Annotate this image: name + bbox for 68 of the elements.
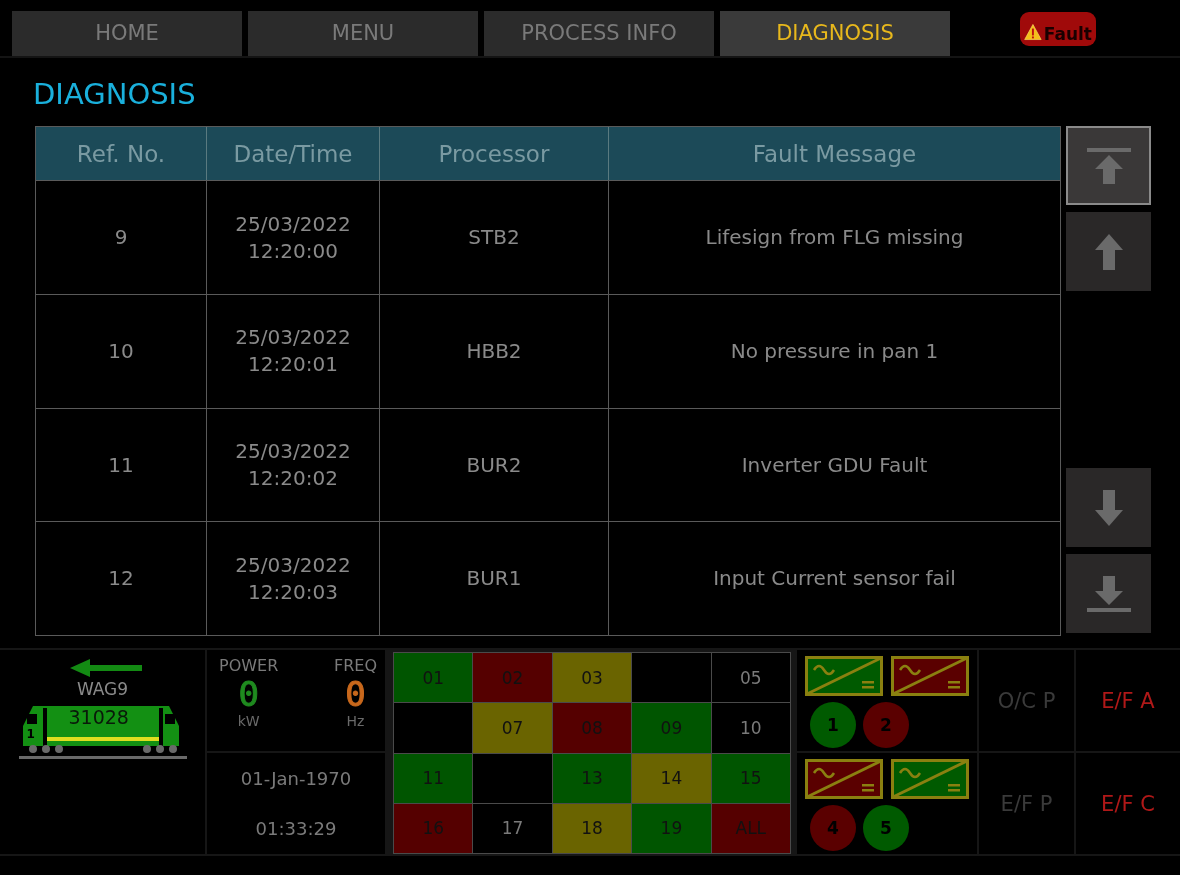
date-label: 01-Jan-1970: [240, 767, 352, 789]
status-cell[interactable]: 15: [711, 753, 790, 803]
scroll-bottom-icon: [1084, 573, 1133, 614]
status-cell[interactable]: 01: [394, 653, 473, 703]
fault-badge[interactable]: Fault: [1020, 12, 1096, 46]
table-cell: 25/03/2022 12:20:01: [207, 295, 380, 408]
digit-display: 0: [238, 676, 259, 712]
status-cell[interactable]: 09: [632, 703, 711, 753]
status-cell[interactable]: 13: [552, 753, 632, 803]
arrow-down-button[interactable]: [1066, 468, 1151, 547]
loco-name: WAG9: [76, 678, 129, 700]
nav-tab[interactable]: DIAGNOSIS: [720, 10, 950, 56]
nav-tab[interactable]: PROCESS INFO: [484, 10, 714, 56]
status-cell[interactable]: 11: [394, 753, 473, 803]
status-cell[interactable]: 05: [711, 653, 790, 703]
status-cell[interactable]: [394, 703, 473, 753]
scroll-top-button[interactable]: [1066, 126, 1151, 205]
nav-tab[interactable]: HOME: [12, 10, 242, 56]
meter-label: POWER: [219, 656, 279, 676]
table-cell-text: Inverter GDU Fault: [740, 451, 929, 479]
table-cell: 10: [36, 295, 207, 408]
unit-indicator: 5: [863, 805, 909, 851]
status-cell[interactable]: 07: [473, 703, 552, 753]
table-cell-text: No pressure in pan 1: [729, 337, 940, 365]
table-cell-text: Input Current sensor fail: [712, 565, 957, 593]
column-header: Fault Message: [751, 139, 918, 169]
table-cell: STB2: [380, 181, 609, 294]
page-title: DIAGNOSIS: [32, 76, 197, 108]
badge-label: Fault: [1043, 24, 1092, 44]
table-cell: 12: [36, 522, 207, 635]
table-cell: 9: [36, 181, 207, 294]
column-header: Ref. No.: [36, 127, 207, 181]
indicator-label: E/F A: [1076, 650, 1180, 751]
unit-indicator: 4: [810, 805, 856, 851]
cab-number: 1: [26, 727, 35, 741]
status-cell[interactable]: 19: [632, 803, 711, 853]
status-cell[interactable]: 18: [552, 803, 632, 853]
table-cell: 25/03/2022 12:20:02: [207, 408, 380, 522]
table-cell-text: Lifesign from FLG missing: [704, 224, 965, 252]
table-cell: HBB2: [380, 295, 609, 408]
time-label: 01:33:29: [255, 818, 337, 840]
status-cell[interactable]: [632, 653, 711, 703]
status-cell[interactable]: [473, 753, 552, 803]
table-cell: 25/03/2022 12:20:00: [207, 181, 380, 294]
column-header: Date/Time: [207, 127, 380, 181]
meter-label: FREQ: [333, 656, 377, 676]
status-cell[interactable]: 14: [632, 753, 711, 803]
indicator-label: E/F C: [1076, 753, 1180, 854]
arrow-up-button[interactable]: [1066, 212, 1151, 291]
scroll-bottom-button[interactable]: [1066, 554, 1151, 633]
loco-number: 31028: [68, 706, 129, 728]
table-cell: 25/03/2022 12:20:03: [207, 522, 380, 635]
status-cell[interactable]: 17: [473, 803, 552, 853]
unit-label: Hz: [346, 712, 365, 730]
nav-tab[interactable]: MENU: [248, 10, 478, 56]
table-cell: BUR2: [380, 408, 609, 522]
table-cell: 11: [36, 408, 207, 522]
table-cell: BUR1: [380, 522, 609, 635]
digit-display: 0: [345, 676, 366, 712]
column-header: Processor: [380, 127, 609, 181]
unit-indicator: 2: [863, 702, 909, 748]
status-cell[interactable]: 10: [711, 703, 790, 753]
unit-indicator: 1: [810, 702, 856, 748]
scroll-top-icon: [1084, 145, 1133, 186]
indicator-label: E/F P: [979, 753, 1074, 854]
indicator-label: O/C P: [979, 650, 1074, 751]
unit-label: kW: [237, 712, 260, 730]
status-cell[interactable]: 03: [552, 653, 632, 703]
